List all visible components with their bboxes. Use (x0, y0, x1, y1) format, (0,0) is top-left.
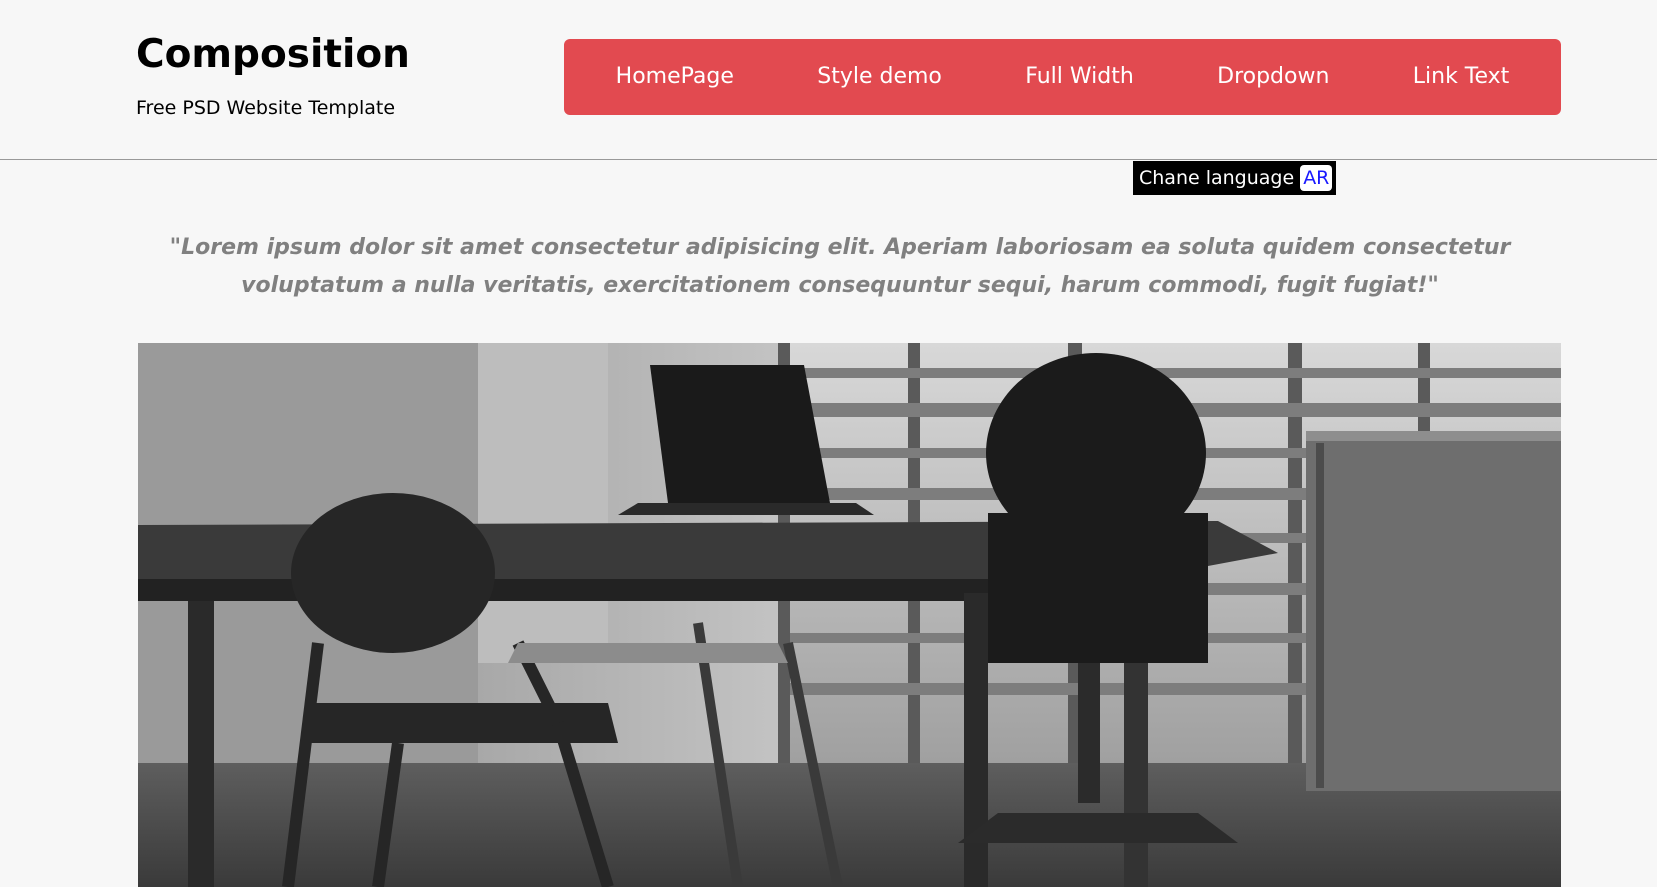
site-subtitle: Free PSD Website Template (136, 97, 396, 119)
office-photo-illustration (138, 343, 1561, 887)
language-ar-button[interactable]: AR (1300, 165, 1333, 191)
intro-quote: "Lorem ipsum dolor sit amet consectetur … (169, 235, 1511, 298)
nav-item-style-demo[interactable]: Style demo (811, 62, 948, 92)
hero-image (138, 343, 1561, 887)
language-switcher: Chane language AR (1133, 161, 1337, 195)
nav-item-dropdown[interactable]: Dropdown (1211, 62, 1335, 92)
nav-item-link-text[interactable]: Link Text (1407, 62, 1516, 92)
language-label: Chane language (1139, 167, 1295, 189)
main-navigation: HomePage Style demo Full Width Dropdown … (564, 39, 1561, 115)
nav-item-full-width[interactable]: Full Width (1019, 62, 1140, 92)
site-title[interactable]: Composition (136, 30, 410, 80)
site-header: Composition Free PSD Website Template Ho… (0, 0, 1657, 160)
nav-item-homepage[interactable]: HomePage (610, 62, 740, 92)
